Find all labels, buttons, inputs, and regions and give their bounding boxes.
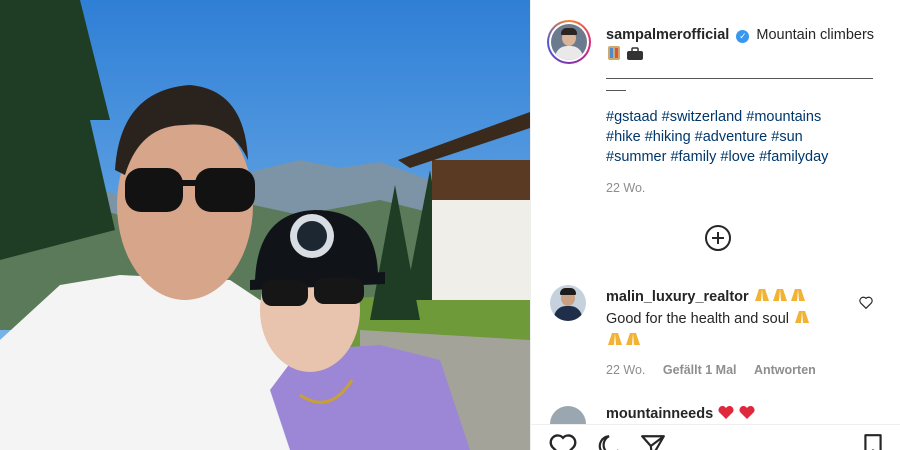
comment-text: Good for the health and soul (606, 311, 789, 327)
post-timestamp[interactable]: 22 Wo. (606, 181, 645, 195)
caption-divider-end (606, 79, 626, 91)
comment-icon[interactable] (595, 433, 623, 450)
share-icon[interactable] (639, 433, 667, 450)
praying-hands-emoji-icon (753, 287, 807, 309)
commenter-avatar[interactable] (550, 285, 586, 321)
author-username[interactable]: sampalmerofficial (606, 27, 729, 43)
comment-likes[interactable]: Gefällt 1 Mal (663, 363, 737, 377)
post-photo[interactable] (0, 0, 530, 450)
post-details-panel: sampalmerofficial ✓ Mountain climbers #g… (530, 0, 900, 450)
briefcase-emoji-icon (626, 47, 644, 67)
author-avatar[interactable] (547, 20, 591, 64)
heart-icon[interactable] (549, 433, 577, 450)
verified-badge-icon: ✓ (736, 30, 750, 43)
caption-text: Mountain climbers (756, 27, 875, 43)
reply-button[interactable]: Antworten (754, 363, 816, 377)
plus-circle-icon[interactable] (705, 225, 731, 251)
hashtag-list: #gstaad #switzerland #mountains #hike #h… (606, 107, 878, 167)
bookmark-icon[interactable] (861, 433, 885, 450)
post-actions-bar (531, 424, 900, 450)
post-caption: sampalmerofficial ✓ Mountain climbers (606, 25, 878, 91)
commenter-username[interactable]: malin_luxury_realtor (606, 289, 749, 305)
comment-timestamp[interactable]: 22 Wo. (606, 363, 645, 377)
comment-meta: 22 Wo. Gefällt 1 Mal Antworten (606, 363, 830, 377)
hashtag-line[interactable]: #hike #hiking #adventure #sun (606, 127, 878, 147)
praying-hands-emoji-icon (606, 331, 642, 353)
praying-hands-emoji-icon (793, 309, 811, 331)
comment: malin_luxury_realtor Good for the health… (606, 287, 846, 353)
next-commenter-username[interactable]: mountainneeds (606, 406, 713, 422)
commenter-username[interactable]: mountainneeds (606, 405, 757, 424)
caption-divider (606, 67, 873, 79)
hashtag-line[interactable]: #summer #family #love #familyday (606, 147, 878, 167)
comment-heart-icon[interactable] (859, 296, 873, 309)
hashtag-line[interactable]: #gstaad #switzerland #mountains (606, 107, 878, 127)
red-heart-emoji-icon (717, 405, 757, 424)
post-image (0, 0, 530, 450)
climber-emoji-icon (606, 45, 622, 67)
